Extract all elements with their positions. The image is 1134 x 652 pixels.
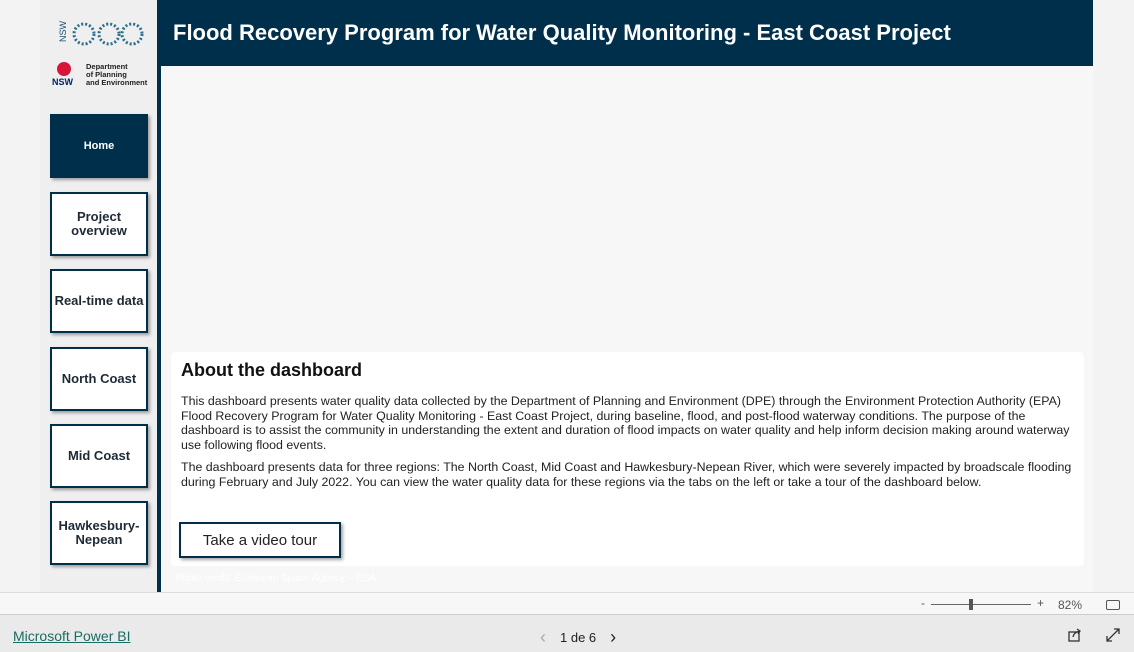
page-title: Flood Recovery Program for Water Quality… <box>161 0 1093 66</box>
nav-mid-coast[interactable]: Mid Coast <box>50 424 148 488</box>
about-paragraph-1: This dashboard presents water quality da… <box>181 394 1070 452</box>
logo-line: and Environment <box>86 78 148 87</box>
photo-credit: Photo credit: European Space Agency – ES… <box>176 573 377 584</box>
nav-north-coast[interactable]: North Coast <box>50 347 148 411</box>
dpe-logo-text: Department of Planning and Environment <box>86 63 147 87</box>
fullscreen-icon[interactable] <box>1105 627 1121 643</box>
fit-to-page-icon[interactable] <box>1106 600 1120 610</box>
power-bi-link[interactable]: Microsoft Power BI <box>13 628 130 644</box>
about-title: About the dashboard <box>181 360 362 380</box>
zoom-level: 82% <box>1058 598 1083 612</box>
about-card: About the dashboard This dashboard prese… <box>171 352 1084 566</box>
right-margin <box>1093 0 1134 592</box>
nav-project-overview[interactable]: Project overview <box>50 192 148 256</box>
zoom-bar: - + 82% <box>0 592 1134 615</box>
video-tour-button[interactable]: Take a video tour <box>179 522 341 558</box>
about-paragraph-2: The dashboard presents data for three re… <box>181 460 1072 489</box>
svg-text:NSW: NSW <box>52 77 74 87</box>
zoom-slider[interactable] <box>931 604 1031 605</box>
zoom-slider-handle[interactable] <box>969 599 973 610</box>
page-navigator: ‹ 1 de 6 › <box>540 627 616 648</box>
nav-real-time-data[interactable]: Real-time data <box>50 269 148 333</box>
nav-home[interactable]: Home <box>50 114 148 178</box>
nav-hawkesbury-nepean[interactable]: Hawkesbury-Nepean <box>50 501 148 565</box>
svg-text:NSW: NSW <box>58 20 68 42</box>
previous-page-icon[interactable]: ‹ <box>540 627 546 648</box>
zoom-out-button[interactable]: - <box>921 596 925 610</box>
page-indicator: 1 de 6 <box>560 630 597 645</box>
share-icon[interactable] <box>1067 627 1083 643</box>
zoom-in-button[interactable]: + <box>1037 596 1044 610</box>
epa-logo: NSW <box>58 20 144 46</box>
nsw-waratah-logo: NSW <box>52 62 74 87</box>
next-page-icon[interactable]: › <box>610 627 616 648</box>
